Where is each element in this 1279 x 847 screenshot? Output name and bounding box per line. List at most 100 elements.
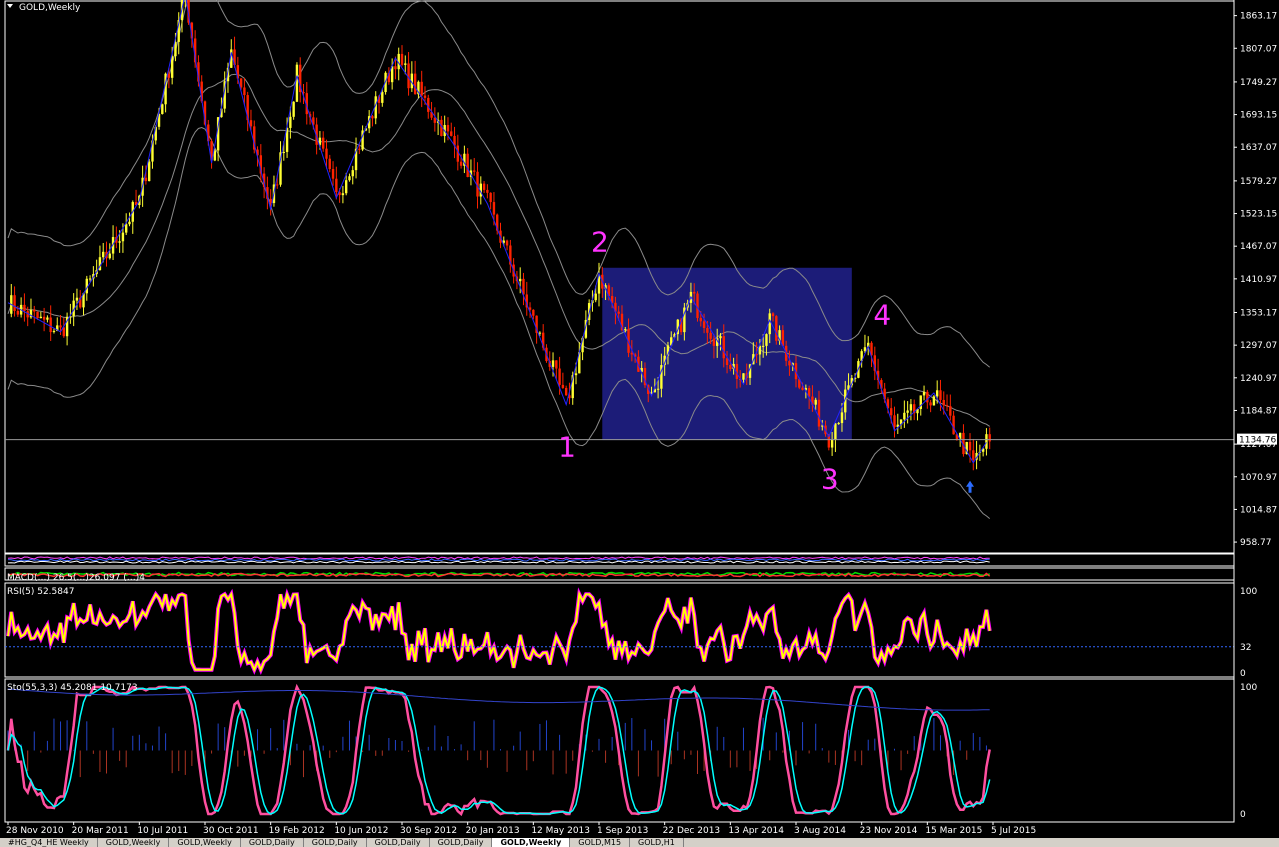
candle [210,138,213,169]
candle [52,328,56,334]
chart-tab[interactable]: GOLD,Daily [367,838,430,847]
candle [564,385,568,396]
candle [433,107,437,132]
trading-terminal-window: 1 2 3 4 1863.17 1807.07 1749.27 1693.15 1637.07 1… [0,0,1279,847]
candle [906,401,909,424]
chart-menu-arrow-icon[interactable] [7,4,13,8]
chart-tab[interactable]: GOLD,Weekly [492,838,571,847]
candle [509,239,512,273]
candle [410,61,414,92]
candle [913,399,916,421]
candle [932,395,936,406]
candle [46,315,49,323]
stochastic-pane: 100 0 [4,678,1257,823]
main-price-pane[interactable]: 1 2 3 4 1863.17 1807.07 1749.27 1693.15 1637.07 1… [4,0,1277,554]
rsi-pane: 100 32 0 [4,582,1257,679]
candle [322,131,325,152]
candle [988,427,991,450]
candle [962,424,965,457]
candle [453,126,456,159]
candle [299,57,302,103]
candle [75,288,79,311]
candle [834,423,837,453]
candle [466,148,469,178]
time-tick-label: 10 Jul 2011 [137,826,188,836]
rsi-tick-label: 100 [1240,587,1257,597]
price-tick-label: 1410.97 [1240,275,1277,285]
time-tick-label: 1 Sep 2013 [597,826,648,836]
candle [922,385,926,401]
candle [49,305,52,342]
candle [929,400,932,413]
candle [131,200,134,234]
wave-label-3: 3 [821,463,839,496]
time-tick-label: 30 Oct 2011 [203,826,259,836]
candle [23,293,26,322]
candle [903,400,906,428]
candle [525,281,528,316]
price-tick-label: 1637.07 [1240,143,1277,153]
time-tick-label: 3 Aug 2014 [794,826,846,836]
candle [269,189,272,216]
candle [578,342,581,374]
candle [65,312,69,346]
time-tick-label: 5 Jul 2015 [991,826,1036,836]
buy-arrow-icon [966,480,975,493]
candle [341,185,345,204]
candle [161,103,164,115]
candle [134,189,138,206]
candle [328,154,331,173]
rsi-tick-label: 32 [1240,643,1251,653]
candle [985,428,988,456]
stochastic-tick-label: 0 [1240,810,1246,820]
candle [522,272,525,306]
chart-tab[interactable]: GOLD,M15 [570,838,631,847]
chart-tab[interactable]: GOLD,Daily [304,838,367,847]
price-tick-label: 1579.27 [1240,177,1277,187]
candle [292,101,295,120]
candle [82,292,85,316]
stochastic-main-line [6,683,991,817]
candle [413,60,417,95]
candle [331,161,335,186]
price-tick-label: 1070.97 [1240,473,1277,483]
time-tick-label: 10 Jun 2012 [334,826,388,836]
time-axis: 28 Nov 2010 20 Mar 2011 10 Jul 2011 30 Oct … [6,822,1036,836]
price-tick-label: 1353.17 [1240,308,1277,318]
time-tick-label: 30 Sep 2012 [400,826,457,836]
chart-tab[interactable]: GOLD,H1 [630,838,684,847]
wave-label-2: 2 [591,226,609,259]
candle [896,413,899,434]
chart-tab[interactable]: GOLD,Weekly [169,838,241,847]
candle [246,91,249,132]
price-tick-label: 1184.87 [1240,406,1277,416]
chart-tab[interactable]: GOLD,Weekly [98,838,170,847]
candle [407,52,410,96]
chart-tab[interactable]: GOLD,Daily [241,838,304,847]
candle [10,284,13,318]
price-tick-label: 1467.07 [1240,242,1277,252]
candle [417,80,420,99]
time-tick-label: 15 Mar 2015 [925,826,982,836]
candle [972,438,975,471]
price-tick-label: 958.77 [1240,538,1272,548]
price-tick-label: 1693.15 [1240,111,1277,121]
candle [33,305,36,324]
candle [949,394,952,421]
candle [505,239,509,251]
indicator1-line [7,560,990,564]
time-tick-label: 13 Apr 2014 [728,826,784,836]
chart-tab[interactable]: GOLD,Daily [430,838,493,847]
chart-tab[interactable]: #HG_Q4_HE Weekly [0,838,98,847]
gold-weekly-chart[interactable]: 1 2 3 4 1863.17 1807.07 1749.27 1693.15 1637.07 1… [0,0,1279,838]
time-tick-label: 23 Nov 2014 [860,826,918,836]
stochastic-pane-title: Sto(55,3,3) 45.2081 10.7173 [7,683,138,693]
price-tick-label: 1863.17 [1240,12,1277,22]
rsi-tick-label: 0 [1240,669,1246,679]
time-tick-label: 19 Feb 2012 [269,826,325,836]
candle [371,114,374,127]
price-tick-label: 1297.07 [1240,341,1277,351]
price-tick-label: 1749.27 [1240,78,1277,88]
candle [482,181,486,194]
stochastic-tick-label: 100 [1240,683,1257,693]
